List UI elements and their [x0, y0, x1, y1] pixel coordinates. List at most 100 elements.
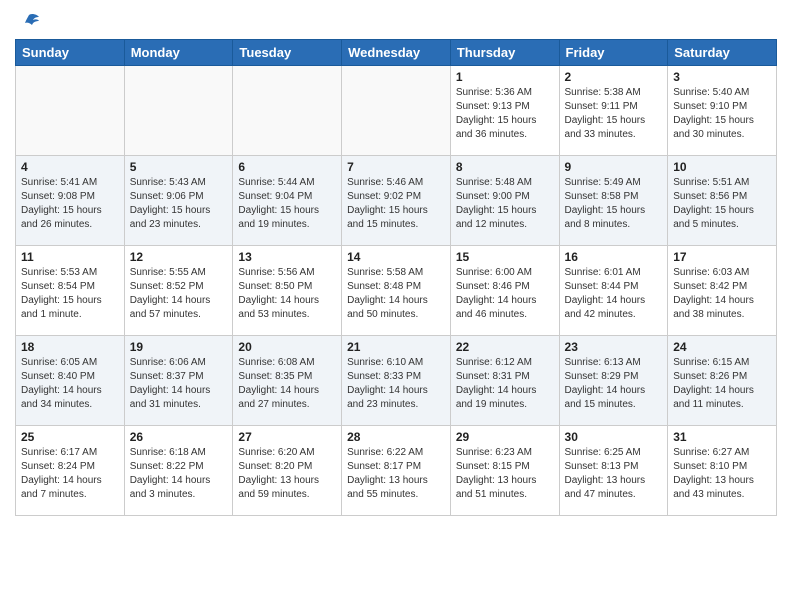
- day-number: 3: [673, 70, 771, 84]
- calendar-week-row: 11Sunrise: 5:53 AMSunset: 8:54 PMDayligh…: [16, 246, 777, 336]
- day-number: 5: [130, 160, 228, 174]
- calendar-cell: 9Sunrise: 5:49 AMSunset: 8:58 PMDaylight…: [559, 156, 668, 246]
- day-number: 8: [456, 160, 554, 174]
- day-number: 2: [565, 70, 663, 84]
- day-number: 14: [347, 250, 445, 264]
- day-number: 1: [456, 70, 554, 84]
- day-number: 9: [565, 160, 663, 174]
- calendar-cell: 13 Sunrise: 5:56 AMSunset: 8:50 PMDayligh…: [233, 246, 342, 336]
- calendar-cell: 8 Sunrise: 5:48 AMSunset: 9:00 PMDaylight…: [450, 156, 559, 246]
- calendar-cell: 14 Sunrise: 5:58 AMSunset: 8:48 PMDayligh…: [342, 246, 451, 336]
- day-number: 16: [565, 250, 663, 264]
- calendar-cell: [16, 66, 125, 156]
- calendar-cell: 18 Sunrise: 6:05 AMSunset: 8:40 PMDayligh…: [16, 336, 125, 426]
- calendar-week-row: 1 Sunrise: 5:36 AMSunset: 9:13 PMDaylight…: [16, 66, 777, 156]
- calendar-cell: 22Sunrise: 6:12 AMSunset: 8:31 PMDayligh…: [450, 336, 559, 426]
- day-number: 10: [673, 160, 771, 174]
- day-number: 21: [347, 340, 445, 354]
- calendar-cell: 4 Sunrise: 5:41 AMSunset: 9:08 PMDaylight…: [16, 156, 125, 246]
- calendar-cell: 16 Sunrise: 6:01 AMSunset: 8:44 PMDayligh…: [559, 246, 668, 336]
- day-number: 24: [673, 340, 771, 354]
- logo: [15, 10, 41, 31]
- calendar-cell: 25Sunrise: 6:17 AMSunset: 8:24 PMDayligh…: [16, 426, 125, 516]
- calendar-table: SundayMondayTuesdayWednesdayThursdayFrid…: [15, 39, 777, 516]
- day-number: 6: [238, 160, 336, 174]
- day-info: Sunrise: 5:43 AMSunset: 9:06 PMDaylight:…: [130, 176, 228, 232]
- day-info: Sunrise: 5:56 AMSunset: 8:50 PMDaylight:…: [238, 266, 336, 322]
- day-number: 26: [130, 430, 228, 444]
- day-info: Sunrise: 5:48 AMSunset: 9:00 PMDaylight:…: [456, 176, 554, 232]
- calendar-cell: 19 Sunrise: 6:06 AMSunset: 8:37 PMDayligh…: [124, 336, 233, 426]
- calendar-cell: 27 Sunrise: 6:20 AMSunset: 8:20 PMDayligh…: [233, 426, 342, 516]
- day-info: Sunrise: 5:53 AMSunset: 8:54 PMDaylight:…: [21, 266, 119, 322]
- day-info: Sunrise: 6:22 AMSunset: 8:17 PMDaylight:…: [347, 446, 445, 502]
- day-number: 31: [673, 430, 771, 444]
- day-number: 17: [673, 250, 771, 264]
- calendar-cell: 2 Sunrise: 5:38 AMSunset: 9:11 PMDaylight…: [559, 66, 668, 156]
- calendar-cell: [124, 66, 233, 156]
- calendar-cell: 11Sunrise: 5:53 AMSunset: 8:54 PMDayligh…: [16, 246, 125, 336]
- day-info: Sunrise: 6:00 AMSunset: 8:46 PMDaylight:…: [456, 266, 554, 322]
- day-info: Sunrise: 5:44 AMSunset: 9:04 PMDaylight:…: [238, 176, 336, 232]
- day-number: 7: [347, 160, 445, 174]
- calendar-cell: 3 Sunrise: 5:40 AMSunset: 9:10 PMDaylight…: [668, 66, 777, 156]
- calendar-cell: 21 Sunrise: 6:10 AMSunset: 8:33 PMDayligh…: [342, 336, 451, 426]
- day-info: Sunrise: 6:15 AMSunset: 8:26 PMDaylight:…: [673, 356, 771, 412]
- day-info: Sunrise: 5:38 AMSunset: 9:11 PMDaylight:…: [565, 86, 663, 142]
- day-info: Sunrise: 6:08 AMSunset: 8:35 PMDaylight:…: [238, 356, 336, 412]
- day-info: Sunrise: 6:05 AMSunset: 8:40 PMDaylight:…: [21, 356, 119, 412]
- calendar-cell: 24 Sunrise: 6:15 AMSunset: 8:26 PMDayligh…: [668, 336, 777, 426]
- day-number: 25: [21, 430, 119, 444]
- calendar-cell: 29 Sunrise: 6:23 AMSunset: 8:15 PMDayligh…: [450, 426, 559, 516]
- day-number: 15: [456, 250, 554, 264]
- day-info: Sunrise: 5:55 AMSunset: 8:52 PMDaylight:…: [130, 266, 228, 322]
- weekday-header-saturday: Saturday: [668, 40, 777, 66]
- day-info: Sunrise: 5:41 AMSunset: 9:08 PMDaylight:…: [21, 176, 119, 232]
- day-info: Sunrise: 6:23 AMSunset: 8:15 PMDaylight:…: [456, 446, 554, 502]
- calendar-cell: 28Sunrise: 6:22 AMSunset: 8:17 PMDayligh…: [342, 426, 451, 516]
- calendar-cell: 23Sunrise: 6:13 AMSunset: 8:29 PMDayligh…: [559, 336, 668, 426]
- calendar-cell: 31Sunrise: 6:27 AMSunset: 8:10 PMDayligh…: [668, 426, 777, 516]
- calendar-cell: 10 Sunrise: 5:51 AMSunset: 8:56 PMDayligh…: [668, 156, 777, 246]
- day-info: Sunrise: 5:58 AMSunset: 8:48 PMDaylight:…: [347, 266, 445, 322]
- calendar-cell: 30 Sunrise: 6:25 AMSunset: 8:13 PMDayligh…: [559, 426, 668, 516]
- day-info: Sunrise: 6:12 AMSunset: 8:31 PMDaylight:…: [456, 356, 554, 412]
- day-info: Sunrise: 6:10 AMSunset: 8:33 PMDaylight:…: [347, 356, 445, 412]
- day-info: Sunrise: 5:36 AMSunset: 9:13 PMDaylight:…: [456, 86, 554, 142]
- day-info: Sunrise: 6:06 AMSunset: 8:37 PMDaylight:…: [130, 356, 228, 412]
- calendar-cell: 7 Sunrise: 5:46 AMSunset: 9:02 PMDaylight…: [342, 156, 451, 246]
- day-number: 13: [238, 250, 336, 264]
- calendar-cell: 6 Sunrise: 5:44 AMSunset: 9:04 PMDaylight…: [233, 156, 342, 246]
- weekday-header-tuesday: Tuesday: [233, 40, 342, 66]
- calendar-week-row: 25Sunrise: 6:17 AMSunset: 8:24 PMDayligh…: [16, 426, 777, 516]
- calendar-week-row: 18 Sunrise: 6:05 AMSunset: 8:40 PMDayligh…: [16, 336, 777, 426]
- calendar-cell: 12Sunrise: 5:55 AMSunset: 8:52 PMDayligh…: [124, 246, 233, 336]
- day-number: 20: [238, 340, 336, 354]
- calendar-week-row: 4 Sunrise: 5:41 AMSunset: 9:08 PMDaylight…: [16, 156, 777, 246]
- calendar-cell: 17 Sunrise: 6:03 AMSunset: 8:42 PMDayligh…: [668, 246, 777, 336]
- page: SundayMondayTuesdayWednesdayThursdayFrid…: [0, 0, 792, 526]
- calendar-header-row: SundayMondayTuesdayWednesdayThursdayFrid…: [16, 40, 777, 66]
- day-number: 18: [21, 340, 119, 354]
- day-number: 19: [130, 340, 228, 354]
- calendar-cell: [342, 66, 451, 156]
- day-info: Sunrise: 6:03 AMSunset: 8:42 PMDaylight:…: [673, 266, 771, 322]
- day-info: Sunrise: 6:01 AMSunset: 8:44 PMDaylight:…: [565, 266, 663, 322]
- day-info: Sunrise: 6:20 AMSunset: 8:20 PMDaylight:…: [238, 446, 336, 502]
- day-number: 4: [21, 160, 119, 174]
- day-number: 30: [565, 430, 663, 444]
- day-info: Sunrise: 5:40 AMSunset: 9:10 PMDaylight:…: [673, 86, 771, 142]
- weekday-header-wednesday: Wednesday: [342, 40, 451, 66]
- day-info: Sunrise: 6:25 AMSunset: 8:13 PMDaylight:…: [565, 446, 663, 502]
- day-info: Sunrise: 6:18 AMSunset: 8:22 PMDaylight:…: [130, 446, 228, 502]
- day-number: 27: [238, 430, 336, 444]
- day-number: 29: [456, 430, 554, 444]
- calendar-cell: 15 Sunrise: 6:00 AMSunset: 8:46 PMDayligh…: [450, 246, 559, 336]
- calendar-cell: 26 Sunrise: 6:18 AMSunset: 8:22 PMDayligh…: [124, 426, 233, 516]
- weekday-header-friday: Friday: [559, 40, 668, 66]
- header: [15, 10, 777, 31]
- weekday-header-sunday: Sunday: [16, 40, 125, 66]
- day-info: Sunrise: 5:46 AMSunset: 9:02 PMDaylight:…: [347, 176, 445, 232]
- calendar-cell: 20 Sunrise: 6:08 AMSunset: 8:35 PMDayligh…: [233, 336, 342, 426]
- day-info: Sunrise: 5:51 AMSunset: 8:56 PMDaylight:…: [673, 176, 771, 232]
